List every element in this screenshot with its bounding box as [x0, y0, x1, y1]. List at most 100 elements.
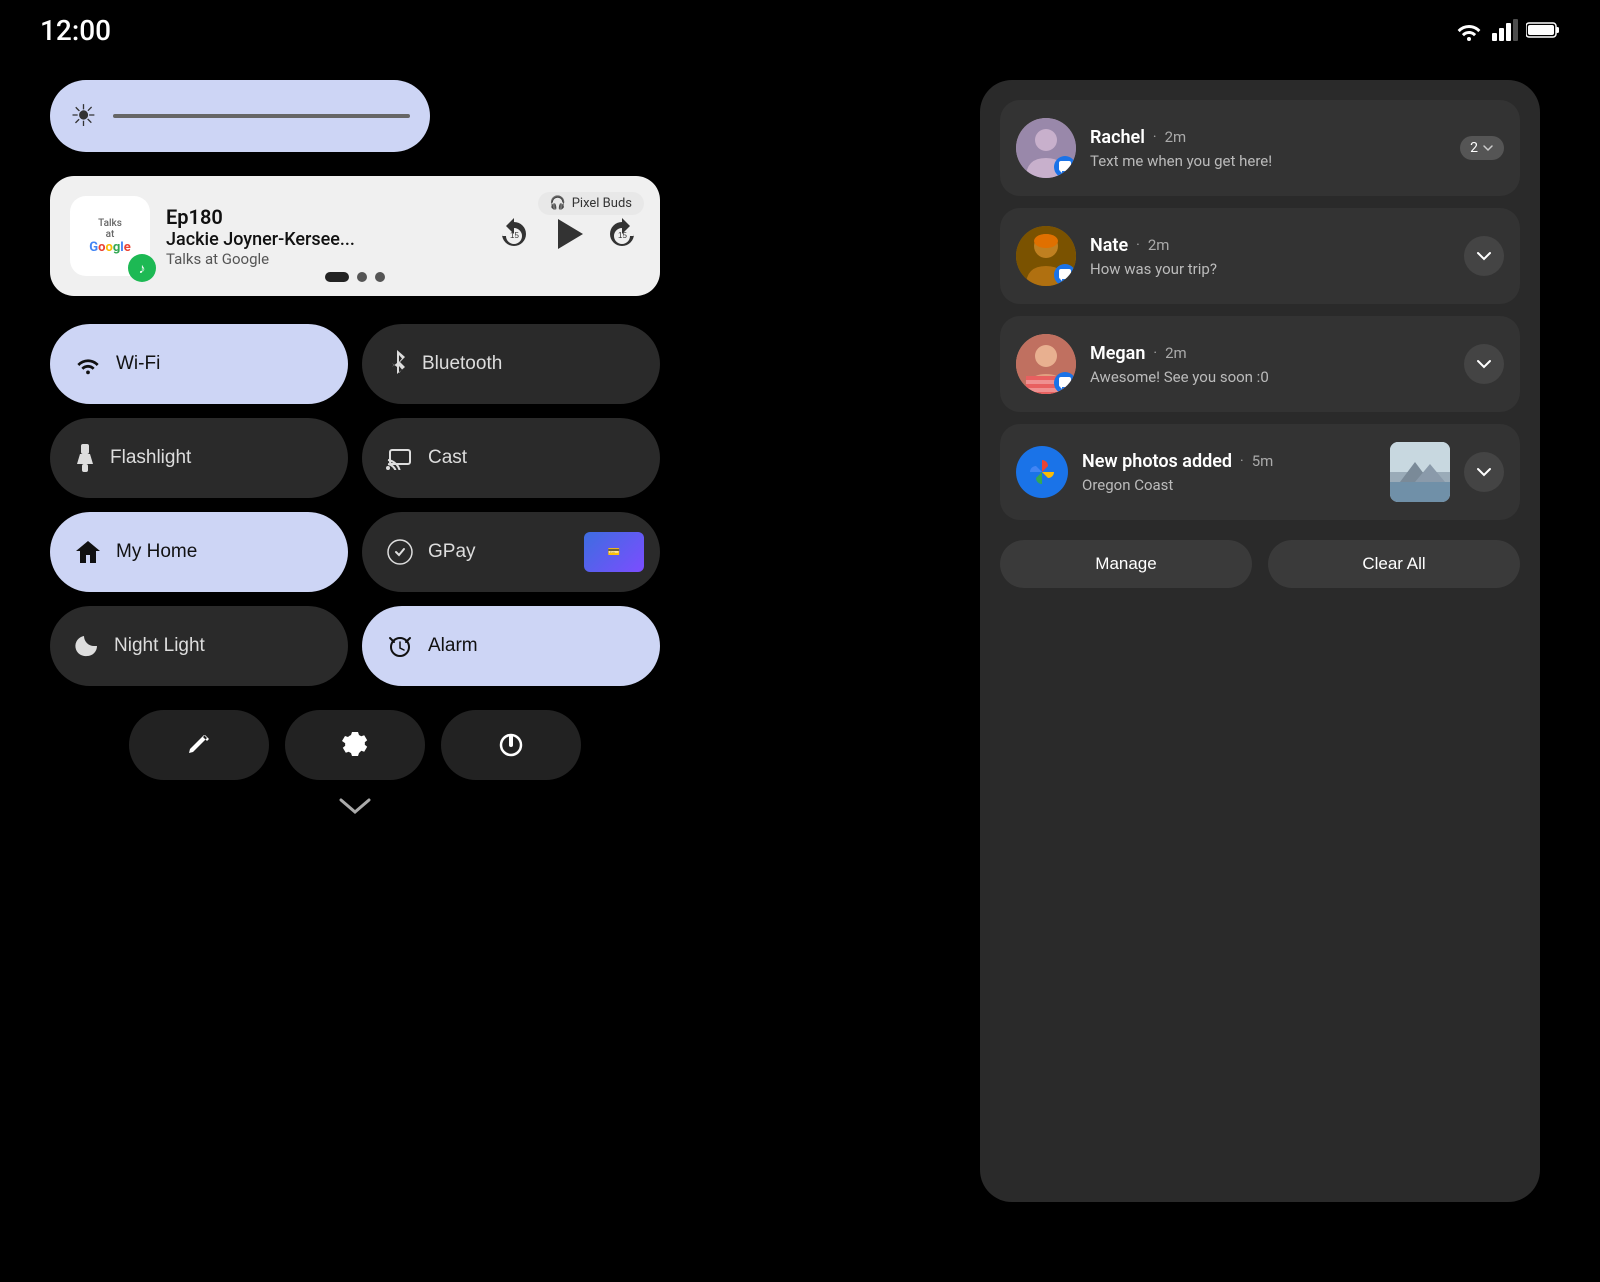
wifi-toggle-icon [74, 353, 102, 375]
moon-icon [74, 633, 100, 659]
notification-rachel[interactable]: Rachel · 2m Text me when you get here! 2 [1000, 100, 1520, 196]
rachel-msg-badge [1054, 156, 1076, 178]
nate-name: Nate [1090, 235, 1128, 256]
photos-notification-content: New photos added · 5m Oregon Coast [1082, 451, 1376, 494]
gpay-label: GPay [428, 541, 476, 563]
gpay-toggle[interactable]: GPay 💳 [362, 512, 660, 592]
svg-text:15: 15 [510, 231, 519, 240]
media-title: Jackie Joyner-Kersee... [166, 229, 480, 250]
home-icon [74, 539, 102, 565]
nate-expand-button[interactable] [1464, 236, 1504, 276]
megan-message: Awesome! See you soon :0 [1090, 368, 1450, 386]
photos-title: New photos added [1082, 451, 1232, 472]
rachel-message: Text me when you get here! [1090, 152, 1446, 170]
media-dot-3 [375, 272, 385, 282]
nate-time: 2m [1148, 236, 1170, 254]
megan-notification-content: Megan · 2m Awesome! See you soon :0 [1090, 343, 1450, 386]
signal-icon [1492, 19, 1518, 41]
toggle-grid: Wi-Fi Bluetooth Flashlight [50, 324, 660, 686]
flashlight-icon [74, 444, 96, 472]
photos-header: New photos added · 5m [1082, 451, 1376, 472]
spotify-badge: ♪ [128, 254, 156, 282]
flashlight-toggle[interactable]: Flashlight [50, 418, 348, 498]
flashlight-label: Flashlight [110, 447, 191, 469]
brightness-slider[interactable]: ☀ [50, 80, 430, 152]
notification-megan[interactable]: Megan · 2m Awesome! See you soon :0 [1000, 316, 1520, 412]
media-controls: 15 15 [496, 214, 640, 259]
photos-time: 5m [1252, 452, 1274, 470]
nate-message: How was your trip? [1090, 260, 1450, 278]
notification-photos[interactable]: New photos added · 5m Oregon Coast [1000, 424, 1520, 520]
alarm-label: Alarm [428, 635, 478, 657]
cast-icon [386, 446, 414, 470]
media-show: Talks at Google [166, 250, 480, 268]
megan-avatar [1016, 334, 1076, 394]
left-panel: ☀ Talks at Google ♪ Ep180 Jackie Joyner-… [50, 80, 660, 1222]
media-card[interactable]: Talks at Google ♪ Ep180 Jackie Joyner-Ke… [50, 176, 660, 296]
myhome-toggle[interactable]: My Home [50, 512, 348, 592]
nate-notification-content: Nate · 2m How was your trip? [1090, 235, 1450, 278]
gpay-card: 💳 [584, 532, 644, 572]
photos-app-icon [1016, 446, 1068, 498]
power-button[interactable] [441, 710, 581, 780]
photos-thumbnail [1390, 442, 1450, 502]
megan-time: 2m [1165, 344, 1187, 362]
settings-button[interactable] [285, 710, 425, 780]
brightness-track [113, 114, 410, 118]
nightlight-toggle[interactable]: Night Light [50, 606, 348, 686]
brightness-icon: ☀ [70, 99, 97, 134]
forward-button[interactable]: 15 [604, 216, 640, 257]
status-bar: 12:00 [0, 0, 1600, 60]
megan-name: Megan [1090, 343, 1145, 364]
media-dot-1 [325, 272, 349, 282]
clear-all-button[interactable]: Clear All [1268, 540, 1520, 588]
myhome-label: My Home [116, 541, 197, 563]
rachel-time: 2m [1165, 128, 1187, 146]
megan-expand-button[interactable] [1464, 344, 1504, 384]
media-info: Ep180 Jackie Joyner-Kersee... Talks at G… [166, 205, 480, 268]
nate-header: Nate · 2m [1090, 235, 1450, 256]
cast-label: Cast [428, 447, 467, 469]
edit-button[interactable] [129, 710, 269, 780]
manage-button[interactable]: Manage [1000, 540, 1252, 588]
bluetooth-icon [386, 350, 408, 378]
bottom-actions [50, 710, 660, 780]
battery-icon [1526, 21, 1560, 39]
alarm-toggle[interactable]: Alarm [362, 606, 660, 686]
rachel-name: Rachel [1090, 127, 1145, 148]
rachel-count-badge: 2 [1460, 136, 1504, 160]
megan-msg-badge [1054, 372, 1076, 394]
media-dot-2 [357, 272, 367, 282]
megan-header: Megan · 2m [1090, 343, 1450, 364]
notifications-panel: Rachel · 2m Text me when you get here! 2 [980, 80, 1540, 1202]
media-dots [325, 272, 385, 282]
gpay-icon [386, 538, 414, 566]
pixel-buds-label: Pixel Buds [572, 196, 632, 211]
notification-actions: Manage Clear All [1000, 540, 1520, 588]
brightness-row: ☀ [50, 80, 660, 152]
nightlight-label: Night Light [114, 635, 205, 657]
alarm-icon [386, 632, 414, 660]
play-button[interactable] [548, 214, 588, 259]
wifi-toggle[interactable]: Wi-Fi [50, 324, 348, 404]
media-app-icon: Talks at Google ♪ [70, 196, 150, 276]
rachel-count: 2 [1470, 140, 1478, 156]
wifi-icon [1454, 19, 1484, 41]
wifi-label: Wi-Fi [116, 353, 160, 375]
notification-nate[interactable]: Nate · 2m How was your trip? [1000, 208, 1520, 304]
cast-toggle[interactable]: Cast [362, 418, 660, 498]
bluetooth-label: Bluetooth [422, 353, 502, 375]
status-icons [1454, 19, 1560, 41]
svg-text:15: 15 [618, 231, 627, 240]
rachel-header: Rachel · 2m [1090, 127, 1446, 148]
bluetooth-toggle[interactable]: Bluetooth [362, 324, 660, 404]
rachel-notification-content: Rachel · 2m Text me when you get here! [1090, 127, 1446, 170]
nate-msg-badge [1054, 264, 1076, 286]
nate-avatar [1016, 226, 1076, 286]
chevron-down[interactable] [50, 796, 660, 816]
photos-message: Oregon Coast [1082, 476, 1376, 494]
photos-expand-button[interactable] [1464, 452, 1504, 492]
status-time: 12:00 [40, 14, 111, 47]
pixel-buds-badge: 🎧 Pixel Buds [538, 192, 644, 215]
rewind-button[interactable]: 15 [496, 216, 532, 257]
